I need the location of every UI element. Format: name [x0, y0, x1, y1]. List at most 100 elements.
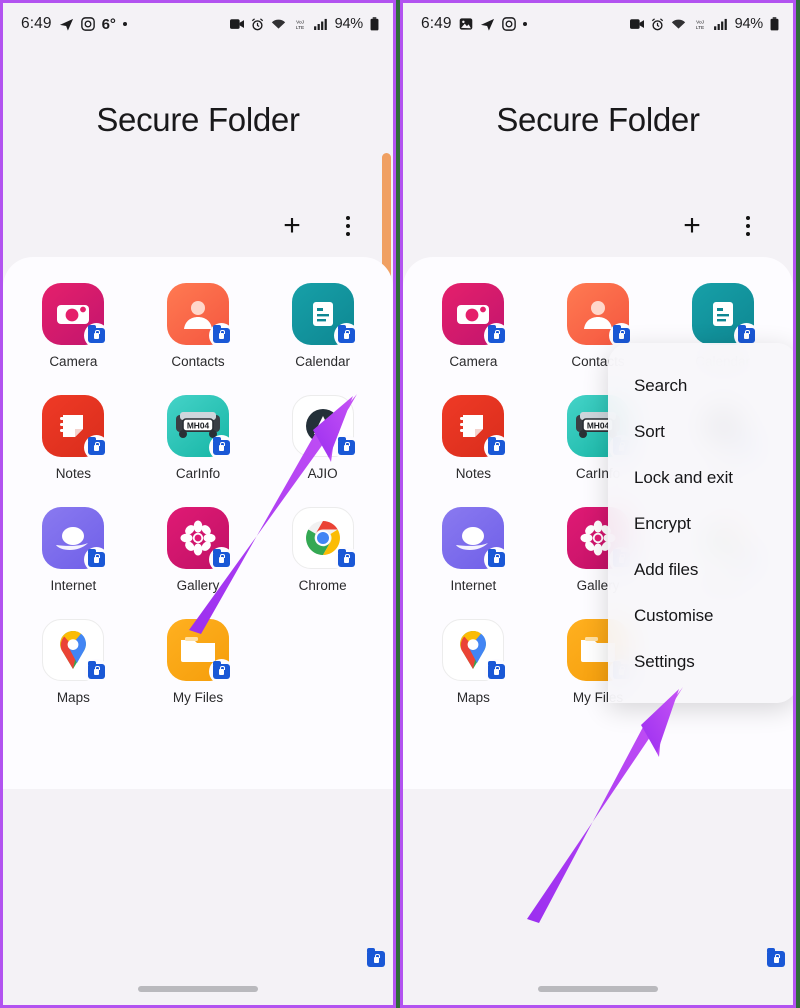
app-label: Maps — [56, 690, 90, 705]
signal-icon — [313, 18, 328, 30]
dot-icon — [122, 22, 127, 26]
app-label: Internet — [450, 578, 497, 593]
app-tile[interactable]: Notes — [411, 395, 536, 481]
status-time: 6:49 — [21, 15, 52, 32]
more-options-button[interactable] — [333, 211, 363, 241]
app-tile[interactable]: Notes — [11, 395, 136, 481]
secure-folder-badge-icon — [333, 547, 359, 572]
notes-icon — [442, 395, 510, 460]
app-tile[interactable]: Maps — [11, 619, 136, 705]
signal-icon — [713, 18, 728, 30]
calendar-icon — [291, 283, 359, 348]
maps-icon — [442, 619, 510, 684]
maps-icon — [42, 619, 110, 684]
photo-icon — [459, 17, 473, 31]
contacts-icon — [566, 283, 634, 348]
page-title: Secure Folder — [496, 101, 700, 138]
telegram-icon — [59, 17, 74, 32]
alarm-icon — [651, 17, 664, 31]
status-temperature: 6° — [101, 15, 116, 33]
secure-folder-badge-icon — [333, 323, 359, 348]
status-bar: 6:49 VoJ LTE 94% — [403, 3, 793, 45]
app-tile[interactable]: Calendar — [260, 283, 385, 369]
page-header: Secure Folder — [3, 45, 393, 195]
app-tile[interactable]: Internet — [411, 507, 536, 593]
app-tile[interactable]: Camera — [411, 283, 536, 369]
telegram-icon — [480, 17, 495, 32]
plus-icon: + — [283, 209, 301, 242]
secure-folder-badge-icon — [484, 323, 510, 348]
battery-percent: 94% — [734, 16, 764, 32]
video-icon — [229, 18, 244, 30]
svg-text:LTE: LTE — [695, 25, 703, 31]
app-tile[interactable]: Camera — [11, 283, 136, 369]
app-label: Maps — [456, 690, 490, 705]
app-label: Contacts — [171, 354, 225, 369]
app-tile[interactable]: Gallery — [136, 507, 261, 593]
svg-text:VoJ: VoJ — [696, 19, 705, 25]
wifi-icon — [671, 18, 686, 30]
secure-folder-badge-icon — [84, 435, 110, 460]
volte-icon: VoJ LTE — [693, 18, 707, 31]
more-options-button[interactable] — [733, 211, 763, 241]
secure-folder-badge-icon — [84, 659, 110, 684]
add-button[interactable]: + — [277, 211, 307, 241]
battery-percent: 94% — [334, 16, 364, 32]
menu-item-settings[interactable]: Settings — [608, 639, 793, 685]
app-tile[interactable]: Maps — [411, 619, 536, 705]
home-indicator[interactable] — [138, 986, 258, 992]
kebab-menu-icon — [346, 216, 350, 236]
gallery-icon — [166, 507, 234, 572]
secure-folder-badge — [367, 948, 387, 969]
menu-item-search[interactable]: Search — [608, 363, 793, 409]
right-phone-panel: 6:49 VoJ LTE 94% Secure Folder + Camera … — [400, 0, 796, 1008]
overflow-menu: Search Sort Lock and exit Encrypt Add files C… — [608, 343, 793, 703]
app-tile[interactable]: My Files — [136, 619, 261, 705]
calendar-icon — [691, 283, 759, 348]
secure-folder-badge-icon — [208, 547, 234, 572]
menu-item-add-files[interactable]: Add files — [608, 547, 793, 593]
menu-item-sort[interactable]: Sort — [608, 409, 793, 455]
app-tile[interactable]: AJIO — [260, 395, 385, 481]
carinfo-icon: MH04 — [166, 395, 234, 460]
app-tile[interactable]: MH04 CarInfo — [136, 395, 261, 481]
secure-folder-badge-icon — [208, 659, 234, 684]
app-label: Calendar — [295, 354, 351, 369]
battery-icon — [770, 17, 779, 31]
menu-item-lock-and-exit[interactable]: Lock and exit — [608, 455, 793, 501]
camera-icon — [442, 283, 510, 348]
dot-icon — [522, 22, 527, 26]
app-label: AJIO — [307, 466, 338, 481]
chrome-icon — [291, 507, 359, 572]
app-tile[interactable]: Internet — [11, 507, 136, 593]
status-bar: 6:49 6° VoJ LTE 94% — [3, 3, 393, 45]
menu-item-customise[interactable]: Customise — [608, 593, 793, 639]
secure-folder-badge — [767, 948, 787, 969]
secure-folder-badge-icon — [484, 659, 510, 684]
myfiles-icon — [166, 619, 234, 684]
secure-folder-badge-icon — [208, 435, 234, 460]
app-label: Gallery — [176, 578, 220, 593]
internet-icon — [442, 507, 510, 572]
home-indicator[interactable] — [538, 986, 658, 992]
svg-text:LTE: LTE — [295, 25, 303, 31]
svg-text:MH04: MH04 — [187, 421, 210, 431]
add-button[interactable]: + — [677, 211, 707, 241]
ajio-icon — [291, 395, 359, 460]
app-label: Internet — [50, 578, 97, 593]
alarm-icon — [251, 17, 264, 31]
app-grid: Camera Contacts Calendar Notes MH04 CarInfo AJ… — [11, 283, 385, 705]
contacts-icon — [166, 283, 234, 348]
page-header: Secure Folder — [403, 45, 793, 195]
app-tile[interactable]: Chrome — [260, 507, 385, 593]
camera-icon — [42, 283, 110, 348]
internet-icon — [42, 507, 110, 572]
menu-item-encrypt[interactable]: Encrypt — [608, 501, 793, 547]
instagram-icon — [80, 17, 95, 31]
secure-folder-badge-icon — [484, 547, 510, 572]
app-tile[interactable]: Contacts — [136, 283, 261, 369]
wifi-icon — [271, 18, 286, 30]
notes-icon — [42, 395, 110, 460]
plus-icon: + — [683, 209, 701, 242]
screenshot-stage: 6:49 6° VoJ LTE 94% Secure Folder + Came… — [0, 0, 800, 1008]
